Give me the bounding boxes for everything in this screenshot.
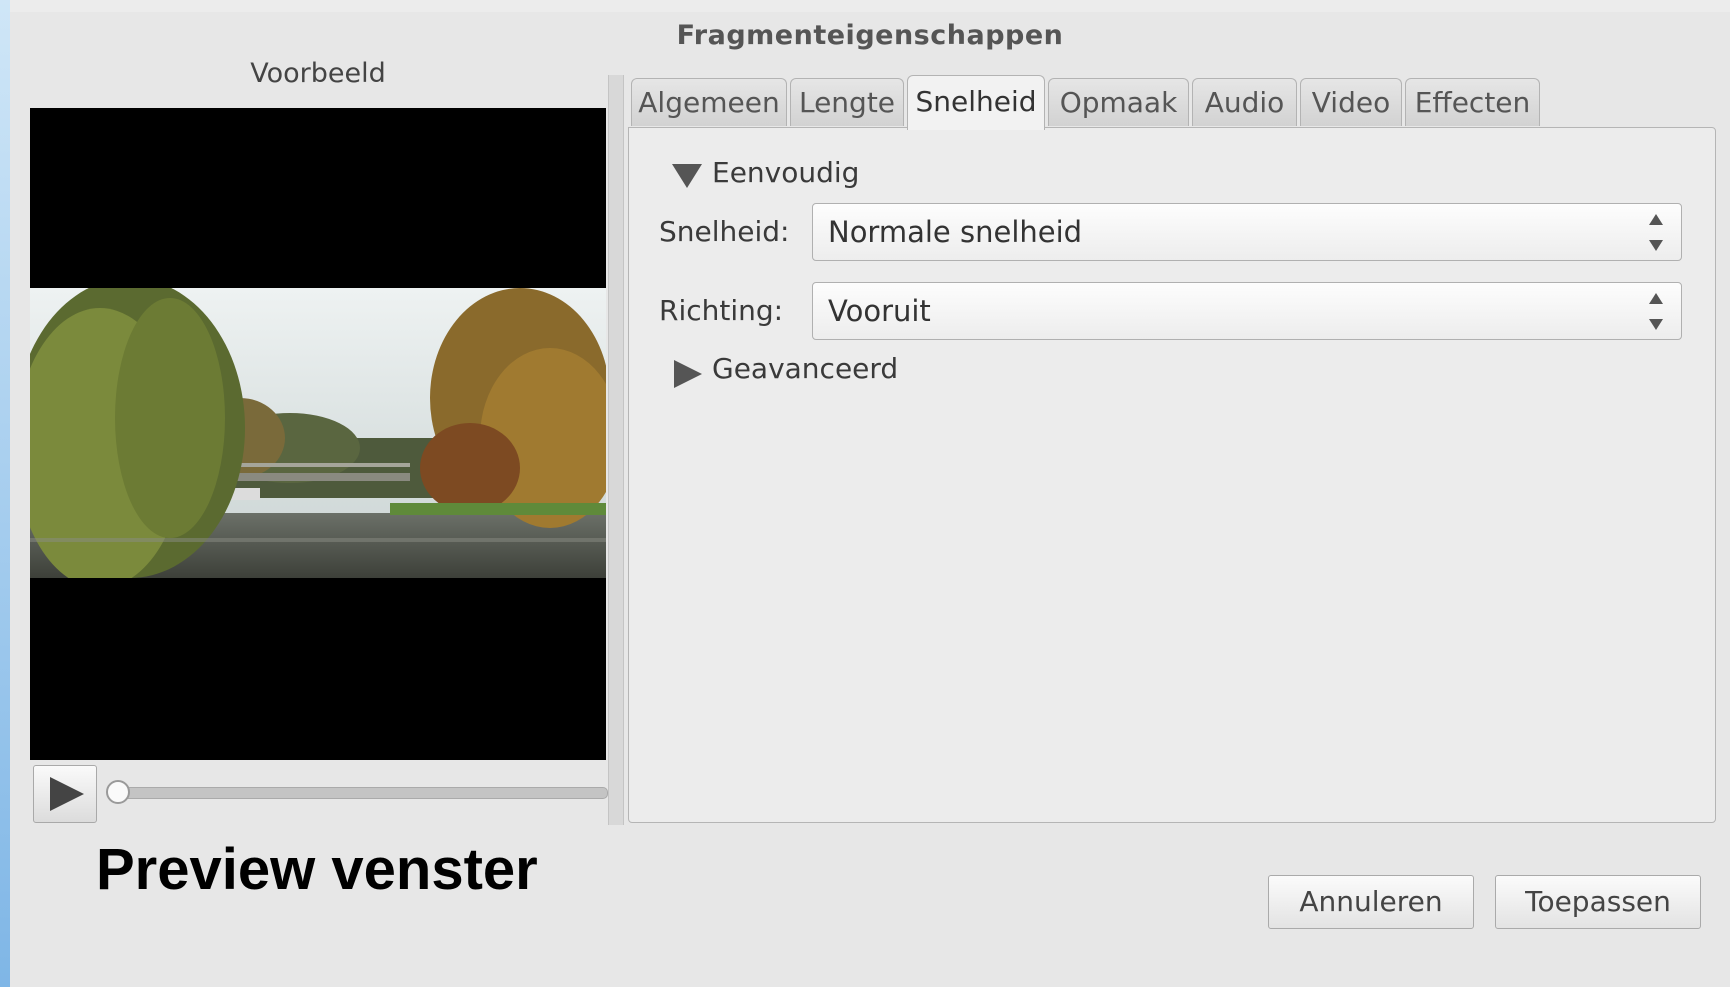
seek-handle[interactable]	[106, 780, 130, 804]
preview-screen	[30, 108, 606, 760]
expander-simple[interactable]: Eenvoudig	[712, 156, 859, 189]
tab-snelheid[interactable]: Snelheid	[907, 75, 1045, 130]
tab-opmaak[interactable]: Opmaak	[1048, 78, 1189, 126]
cancel-button[interactable]: Annuleren	[1268, 875, 1474, 929]
seek-bar[interactable]	[110, 787, 608, 799]
speed-select[interactable]: Normale snelheid	[812, 203, 1682, 261]
apply-button[interactable]: Toepassen	[1495, 875, 1701, 929]
tab-lengte[interactable]: Lengte	[790, 78, 904, 126]
tab-audio[interactable]: Audio	[1192, 78, 1297, 126]
preview-caption: Preview venster	[96, 837, 538, 902]
direction-label: Richting:	[659, 294, 784, 327]
speed-label: Snelheid:	[659, 215, 790, 248]
expander-advanced[interactable]: Geavanceerd	[712, 352, 898, 385]
tab-effecten[interactable]: Effecten	[1405, 78, 1540, 126]
expander-collapsed-icon[interactable]	[674, 360, 702, 388]
spin-arrows-icon	[1647, 214, 1667, 254]
desktop-edge	[0, 0, 10, 987]
tab-video[interactable]: Video	[1300, 78, 1402, 126]
tab-algemeen[interactable]: Algemeen	[631, 78, 787, 126]
play-icon	[50, 777, 84, 811]
direction-value: Vooruit	[828, 294, 931, 328]
dialog-title: Fragmenteigenschappen	[676, 20, 1064, 51]
expander-expanded-icon[interactable]	[672, 164, 702, 188]
preview-video-frame	[30, 288, 606, 578]
pane-divider[interactable]	[608, 75, 624, 825]
play-button[interactable]	[33, 765, 97, 823]
spin-arrows-icon	[1647, 293, 1667, 333]
speed-value: Normale snelheid	[828, 215, 1083, 249]
preview-label: Voorbeeld	[250, 58, 386, 89]
direction-select[interactable]: Vooruit	[812, 282, 1682, 340]
